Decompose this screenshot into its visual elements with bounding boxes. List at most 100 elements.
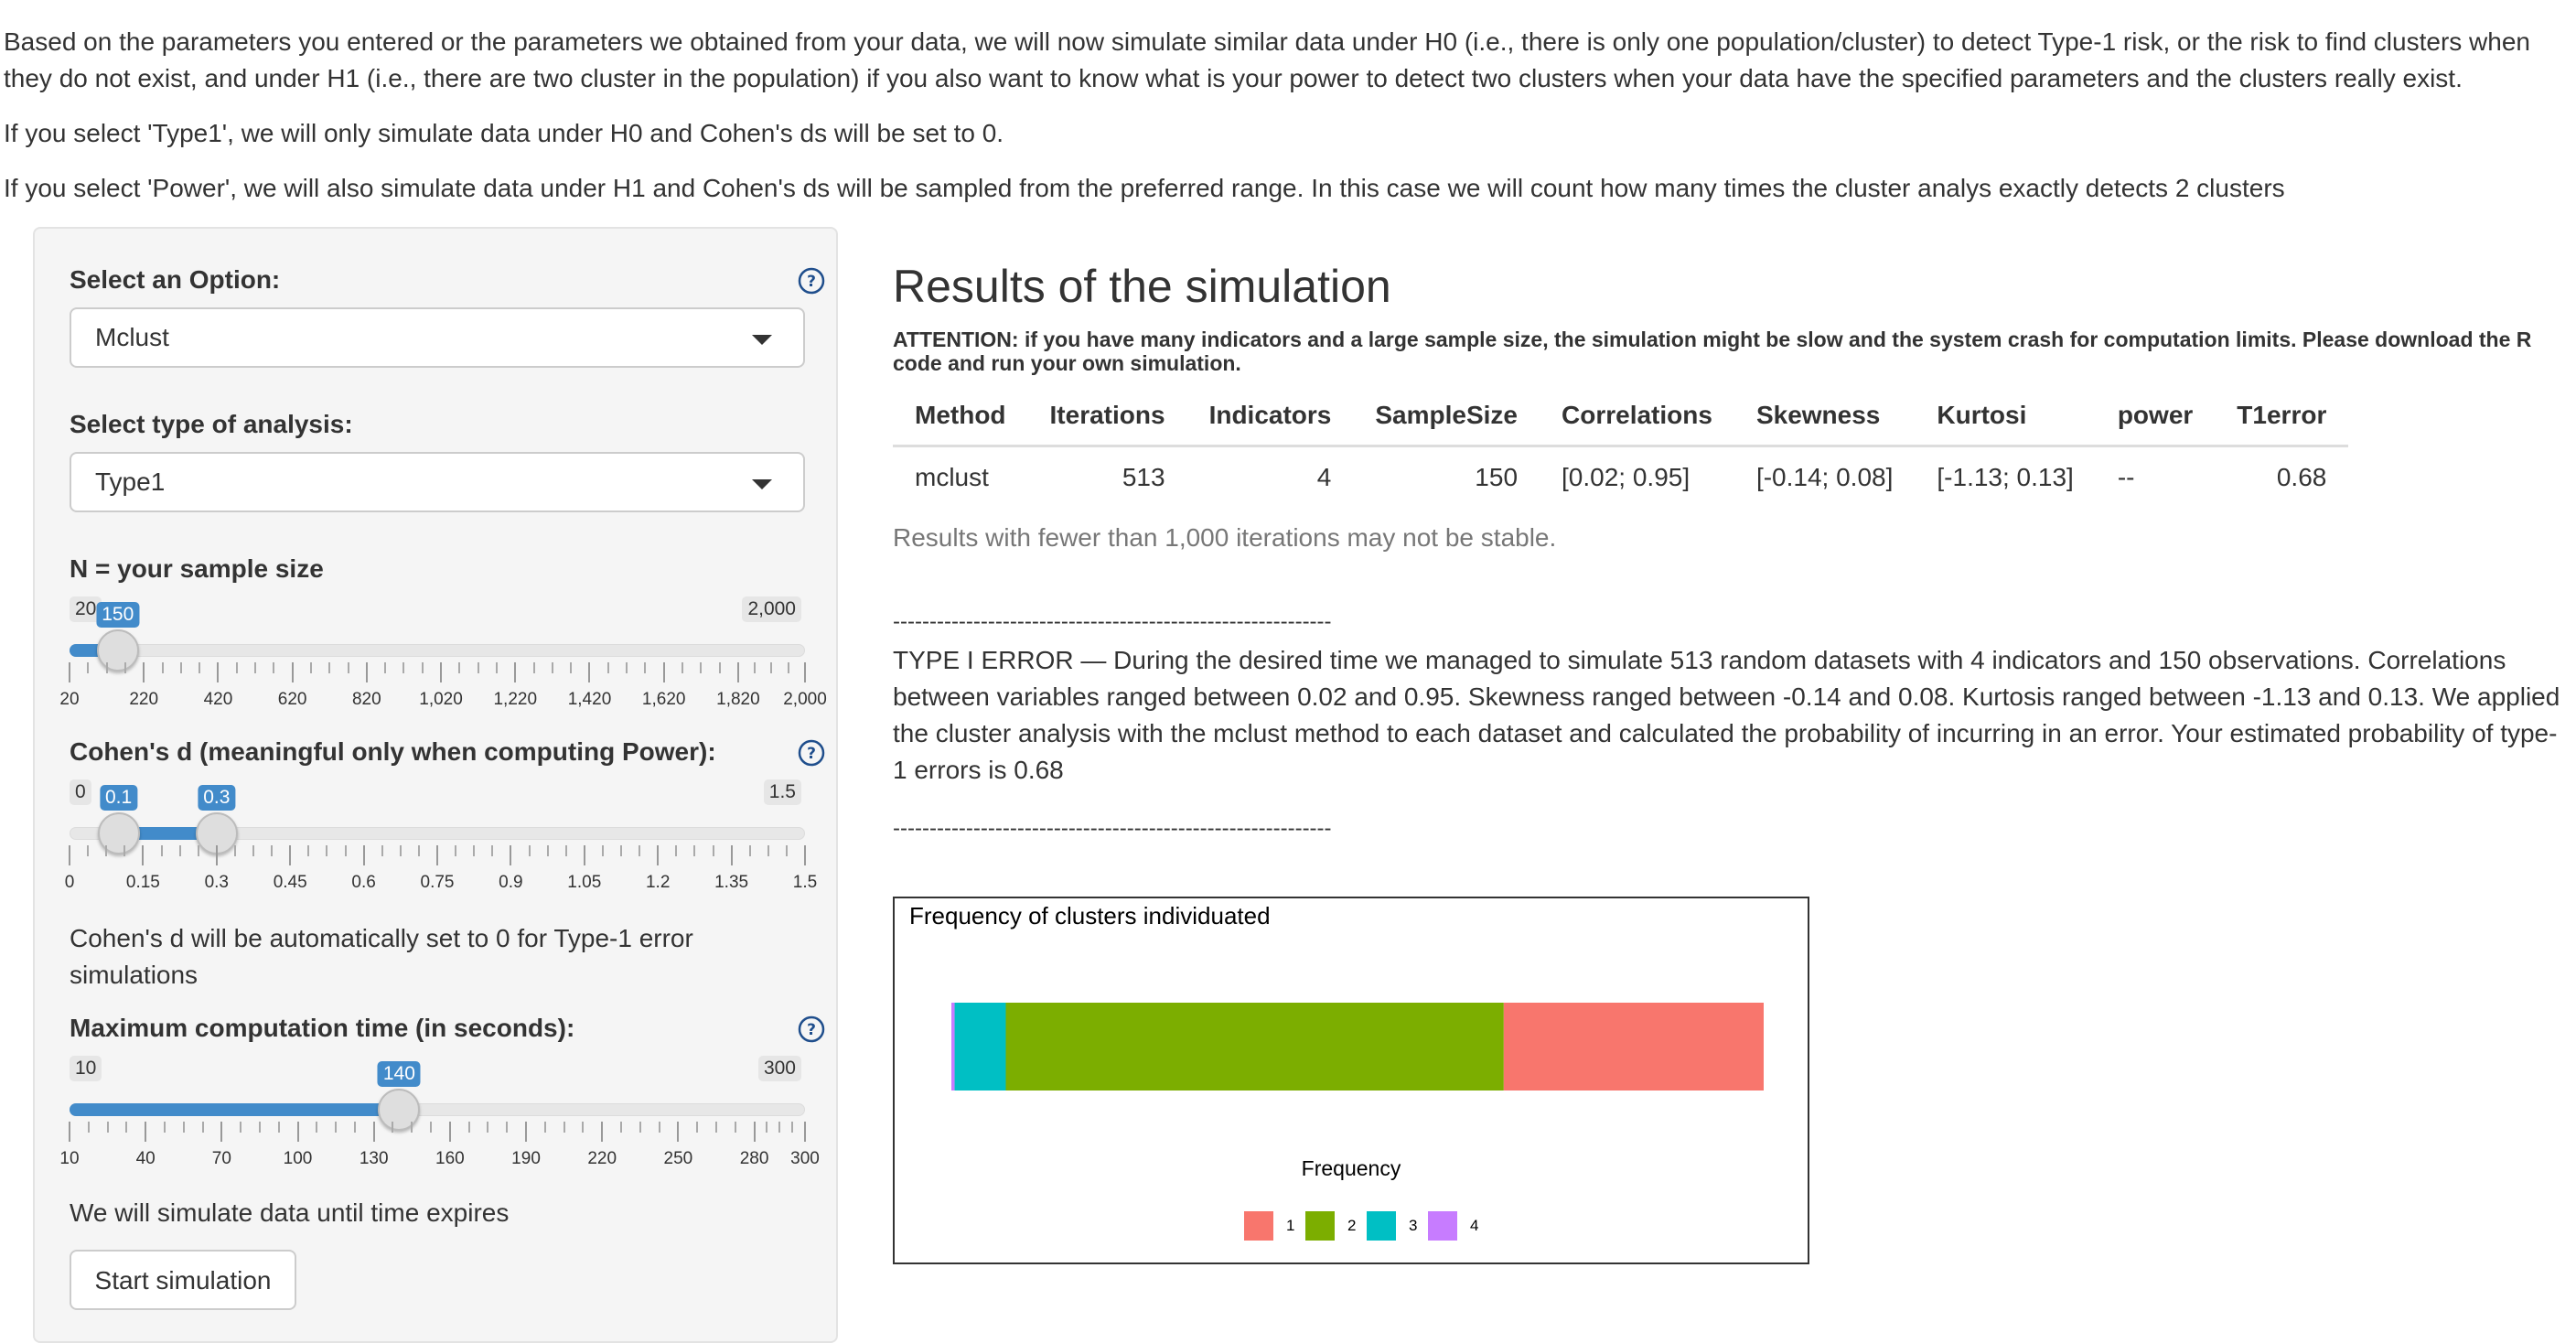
slider-max: 300 [757, 1056, 801, 1081]
slider-tick [201, 1122, 204, 1133]
results-table: Method Iterations Indicators SampleSize … [893, 386, 2349, 508]
slider-tick [718, 662, 721, 673]
intro-paragraph-1: Based on the parameters you entered or t… [4, 27, 2530, 92]
slider-tick [455, 845, 457, 856]
slider-tick [582, 1122, 585, 1133]
option-select-value: Mclust [95, 323, 169, 351]
slider-tick [662, 662, 665, 682]
slider-tick [525, 1122, 528, 1142]
svg-text:?: ? [807, 745, 816, 763]
table-cell: 0.68 [2276, 463, 2327, 491]
slider-tick [326, 845, 328, 856]
bar-segment-1 [1503, 1003, 1764, 1091]
slider-value-badge: 140 [377, 1061, 421, 1087]
help-icon[interactable]: ? [798, 1015, 825, 1043]
slider-tick [123, 845, 126, 856]
slider-tick [730, 845, 733, 865]
intro-paragraph-2: If you select 'Type1', we will only simu… [4, 119, 1004, 147]
slider-tick [106, 1122, 109, 1133]
slider-tick [675, 845, 678, 856]
slider-tick-label: 1,220 [493, 690, 538, 709]
slider-tick [620, 845, 622, 856]
slider-tick-label: 1.05 [567, 873, 602, 892]
slider-tick [252, 845, 254, 856]
help-icon[interactable]: ? [798, 739, 825, 767]
slider-fill [70, 1103, 400, 1116]
slider-tick [178, 845, 181, 856]
slider-tick-label: 70 [211, 1149, 231, 1168]
slider-tick [657, 845, 660, 865]
slider-tick [362, 845, 365, 865]
slider-handle[interactable] [96, 629, 139, 672]
slider-tick [778, 1122, 781, 1133]
svg-text:?: ? [807, 273, 816, 291]
slider-tick [384, 662, 387, 673]
slider-tick [532, 662, 535, 673]
slider-tick-label: 160 [435, 1149, 465, 1168]
slider-tick [372, 1122, 375, 1142]
slider-tick-label: 20 [59, 690, 80, 709]
legend-label: 3 [1409, 1217, 1418, 1234]
slider-tick [179, 662, 182, 673]
cluster-frequency-chart: Frequency of clusters individuated Frequ… [893, 897, 1809, 1264]
slider-tick [344, 845, 347, 856]
slider-handle[interactable] [378, 1089, 421, 1131]
slider-tick-label: 40 [135, 1149, 156, 1168]
slider-tick [551, 662, 553, 673]
slider-tick [142, 845, 145, 865]
separator-line: ----------------------------------------… [893, 816, 1332, 841]
slider-tick [307, 845, 310, 856]
slider-handle[interactable] [97, 812, 140, 854]
chevron-down-icon [752, 479, 772, 489]
slider-tick [161, 662, 164, 673]
analysis-select[interactable]: Type1 [70, 452, 805, 512]
slider-tick [563, 1122, 565, 1133]
slider-track[interactable] [70, 644, 805, 657]
slider-tick-label: 420 [203, 690, 233, 709]
table-cell: -- [2117, 463, 2135, 491]
slider-tick [514, 662, 517, 682]
slider-tick [69, 662, 70, 682]
option-label: Select an Option: [70, 265, 281, 294]
slider-tick-label: 190 [511, 1149, 541, 1168]
slider-tick-label: 220 [587, 1149, 617, 1168]
slider-tick [644, 662, 647, 673]
slider-tick [677, 1122, 680, 1142]
slider-tick-label: 250 [663, 1149, 693, 1168]
slider-tick [289, 845, 292, 865]
slider-tick [421, 662, 424, 673]
table-cell: mclust [915, 463, 989, 491]
slider-value-badge: 150 [96, 602, 140, 628]
table-cell: [0.02; 0.95] [1562, 463, 1690, 491]
slider-tick [316, 1122, 318, 1133]
slider-tick [606, 662, 609, 673]
slider-tick [495, 662, 498, 673]
slider-tick [787, 662, 789, 673]
slider-tick [328, 662, 331, 673]
slider-tick [700, 662, 703, 673]
slider-tick [639, 1122, 641, 1133]
sidebar-panel: Select an Option: ? Mclust Select type o… [33, 227, 838, 1343]
start-simulation-button[interactable]: Start simulation [70, 1250, 296, 1310]
slider-tick [804, 1122, 806, 1142]
help-icon[interactable]: ? [798, 267, 825, 295]
table-header: Kurtosi [1915, 386, 2096, 447]
slider-tick [467, 1122, 470, 1133]
slider-tick [87, 1122, 90, 1133]
slider-tick [766, 1122, 768, 1133]
slider-tick [335, 1122, 338, 1133]
slider-max: 1.5 [763, 779, 801, 805]
page-title: Results of the simulation [893, 261, 1391, 312]
table-header: Skewness [1733, 386, 1916, 447]
slider-tick [588, 662, 591, 682]
slider-tick-label: 1.5 [792, 873, 818, 892]
option-select[interactable]: Mclust [70, 307, 805, 368]
slider-tick [87, 662, 90, 673]
stability-note: Results with fewer than 1,000 iterations… [893, 523, 1557, 552]
legend-swatch [1367, 1211, 1396, 1241]
slider-tick [347, 662, 349, 673]
slider-tick [123, 662, 126, 673]
slider-tick [381, 845, 383, 856]
slider-tick [392, 1122, 394, 1133]
slider-value-badge: 0.1 [99, 785, 138, 811]
